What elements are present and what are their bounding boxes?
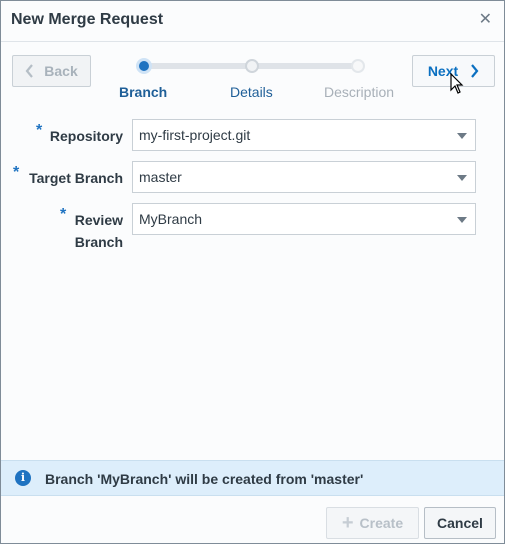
plus-icon: + [341, 512, 354, 534]
mouse-pointer-icon [450, 73, 464, 94]
back-button-label: Back [44, 63, 78, 79]
new-merge-request-dialog: New Merge Request ✕ Back Next Branch Det… [0, 0, 505, 544]
cancel-button-label: Cancel [437, 515, 483, 531]
close-icon[interactable]: ✕ [479, 12, 492, 28]
review-branch-label: Review Branch [75, 209, 123, 253]
create-button[interactable]: + Create [326, 507, 419, 539]
info-icon: i [15, 470, 31, 486]
create-button-label: Create [359, 515, 404, 531]
dialog-titlebar: New Merge Request ✕ [1, 1, 504, 42]
dropdown-arrow-icon [457, 133, 467, 139]
review-branch-label-line1: Review [74, 212, 123, 228]
repository-value: my-first-project.git [139, 127, 251, 143]
target-branch-label: Target Branch [29, 170, 123, 186]
required-asterisk: * [36, 122, 43, 139]
step-dot-details[interactable] [245, 59, 259, 73]
dialog-title: New Merge Request [11, 11, 164, 28]
chevron-right-icon [471, 64, 479, 78]
step-label-branch[interactable]: Branch [119, 84, 167, 100]
target-branch-select[interactable]: master [132, 161, 476, 193]
cancel-button[interactable]: Cancel [424, 507, 496, 539]
repository-select[interactable]: my-first-project.git [132, 119, 476, 151]
required-asterisk: * [13, 164, 20, 181]
info-message-bar: i Branch 'MyBranch' will be created from… [1, 460, 504, 496]
info-message: Branch 'MyBranch' will be created from '… [45, 471, 364, 487]
review-branch-label-line2: Branch [74, 234, 123, 250]
dropdown-arrow-icon [457, 175, 467, 181]
target-branch-value: master [139, 169, 182, 185]
step-label-description: Description [324, 84, 395, 100]
review-branch-select[interactable]: MyBranch [132, 203, 476, 235]
required-asterisk: * [60, 206, 67, 223]
dialog-footer: + Create Cancel [1, 496, 504, 543]
step-dot-branch[interactable] [136, 58, 152, 74]
step-dot-description [351, 59, 365, 73]
back-button[interactable]: Back [12, 55, 91, 87]
repository-label: Repository [49, 128, 123, 144]
chevron-left-icon [25, 64, 34, 78]
dropdown-arrow-icon [457, 217, 467, 223]
step-label-details[interactable]: Details [230, 84, 273, 100]
review-branch-value: MyBranch [139, 211, 203, 227]
